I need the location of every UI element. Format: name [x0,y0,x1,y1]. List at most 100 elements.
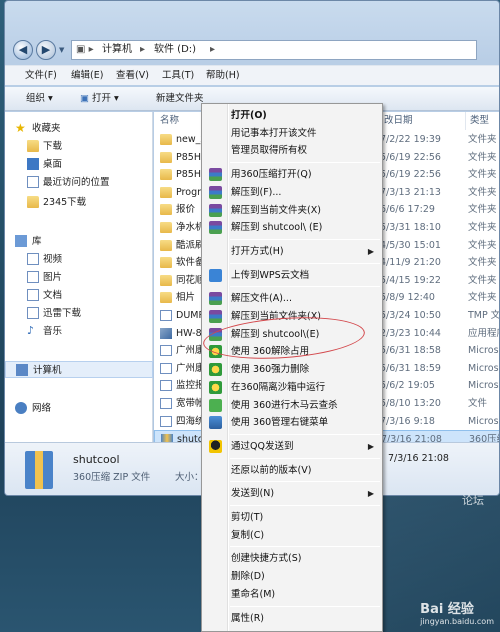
library-icon [15,235,27,247]
address-bar[interactable]: ▣ ▸ 计算机 ▸ 软件 (D:) ▸ [71,40,477,60]
context-menu-item[interactable]: 解压文件(A)... [204,290,380,307]
context-menu-label: 属性(R) [231,612,265,624]
context-menu-item[interactable]: 解压到当前文件夹(X) [204,202,380,219]
file-type: 应用程序 [468,327,499,339]
context-menu-item[interactable]: 解压到 shutcool\ (E) [204,219,380,236]
context-menu-item[interactable]: 管理员取得所有权 [204,142,380,159]
360-icon [209,398,222,412]
forward-button[interactable]: ▶ [36,40,56,60]
context-menu-label: 创建快捷方式(S) [231,553,302,565]
nav-pictures[interactable]: 图片 [5,269,153,286]
context-menu-label: 重命名(M) [231,588,276,600]
file-type: Microso [468,362,499,374]
file-date: 7/3/13 21:13 [380,186,441,198]
download-folder-icon [27,140,39,152]
context-menu-item[interactable]: 使用 360强力删除 [204,361,380,378]
folder-icon [160,186,172,198]
breadcrumb-separator-icon: ▸ [210,44,216,55]
context-menu-item[interactable]: 用360压缩打开(Q) [204,166,380,183]
application-icon [160,327,172,339]
nav-downloads[interactable]: 下载 [5,138,153,155]
picture-icon [27,271,39,283]
context-menu-item[interactable]: 在360隔离沙箱中运行 [204,379,380,396]
context-menu-item[interactable]: 打开方式(H) ▶ [204,243,380,260]
context-menu-item[interactable]: 使用 360进行木马云查杀 [204,397,380,414]
file-date: 5/8/10 13:20 [380,398,441,409]
menu-separator [230,546,380,548]
context-menu-label: 删除(D) [231,571,265,583]
open-icon: ▣ [80,93,89,104]
baidu-jingyan-watermark: Bai 经验 jingyan.baidu.com [420,598,494,626]
nav-downloads-label: 下载 [43,141,63,152]
file-type: 文件 [468,398,488,409]
nav-libraries[interactable]: 库 [5,233,153,250]
back-button[interactable]: ◀ [13,40,33,60]
column-header-date[interactable]: 改日期 [380,112,466,130]
file-type: 文件夹 [468,169,497,181]
folder-icon [160,151,172,163]
context-menu-item[interactable]: 删除(D) [204,568,380,585]
context-menu-item[interactable]: 发送到(N) ▶ [204,485,380,502]
folder-icon [160,257,172,269]
file-date: 5/6/19 22:56 [380,169,441,181]
context-menu-item[interactable]: 使用 360管理右键菜单 [204,414,380,431]
context-menu-label: 上传到WPS云文档 [231,269,310,281]
context-menu-item[interactable]: 复制(C) [204,527,380,544]
file-date: 5/6/31 18:58 [380,345,441,357]
context-menu-item[interactable]: 打开(O) [204,107,380,124]
file-type: 文件夹 [468,186,497,198]
nav-videos[interactable]: 视频 [5,251,153,268]
360-zip-icon [209,221,222,235]
menu-separator [230,162,380,164]
wps-cloud-icon [209,268,222,282]
nav-recent-places[interactable]: 最近访问的位置 [5,174,153,191]
context-menu-label: 解压文件(A)... [231,293,292,305]
file-date: 4/11/9 21:20 [380,257,441,269]
column-header-type[interactable]: 类型 [466,112,499,130]
file-icon [160,310,172,321]
menu-separator [230,433,380,435]
nav-desktop[interactable]: 桌面 [5,156,153,173]
nav-documents[interactable]: 文档 [5,287,153,304]
breadcrumb-computer[interactable]: 计算机 [102,41,132,59]
new-folder-button[interactable]: 新建文件夹 [156,87,204,111]
star-icon: ★ [15,121,26,135]
nav-thunder-download[interactable]: 迅雷下载 [5,305,153,322]
folder-icon [160,292,172,304]
menu-separator [230,605,380,607]
context-menu-item[interactable]: 重命名(M) [204,586,380,603]
open-button[interactable]: ▣ 打开 ▾ [80,87,119,111]
menu-view[interactable]: 查看(V) [116,66,149,86]
file-date: 5/3/31 18:10 [380,222,441,233]
context-menu-label: 剪切(T) [231,512,264,523]
context-menu-item[interactable]: 还原以前的版本(V) [204,462,380,479]
address-row: ◀ ▶ ▼ ▣ ▸ 计算机 ▸ 软件 (D:) ▸ [5,37,499,61]
file-date: 5/3/24 10:50 [380,310,441,321]
thunder-download-icon [27,307,39,319]
menu-file[interactable]: 文件(F) [25,66,57,86]
nav-network[interactable]: 网络 [5,400,153,417]
menu-tools[interactable]: 工具(T) [162,66,194,86]
history-dropdown-icon[interactable]: ▼ [59,46,64,54]
file-type: Microso [468,345,499,357]
organize-button[interactable]: 组织 ▾ [26,87,53,111]
nav-network-label: 网络 [32,403,52,414]
nav-2345-download[interactable]: 2345下载 [5,194,153,211]
context-menu-item[interactable]: 上传到WPS云文档 [204,267,380,284]
nav-favorites[interactable]: ★ 收藏夹 [5,120,153,137]
context-menu-item[interactable]: 剪切(T) [204,509,380,526]
context-menu-item[interactable]: 创建快捷方式(S) [204,550,380,567]
menu-edit[interactable]: 编辑(E) [71,66,103,86]
context-menu-label: 通过QQ发送到 [231,440,294,452]
context-menu-item[interactable]: 属性(R) [204,610,380,627]
file-type: 文件夹 [468,292,497,304]
nav-music[interactable]: ♪ 音乐 [5,323,153,340]
menu-help[interactable]: 帮助(H) [206,66,240,86]
context-menu-item[interactable]: 用记事本打开该文件 [204,125,380,142]
breadcrumb-drive[interactable]: 软件 (D:) [154,41,196,59]
360-icon [209,416,222,430]
context-menu-item[interactable]: 解压到(F)... [204,184,380,201]
organize-label: 组织 [26,93,46,104]
nav-computer[interactable]: 计算机 [5,361,153,378]
context-menu-item[interactable]: 通过QQ发送到 ▶ [204,438,380,455]
